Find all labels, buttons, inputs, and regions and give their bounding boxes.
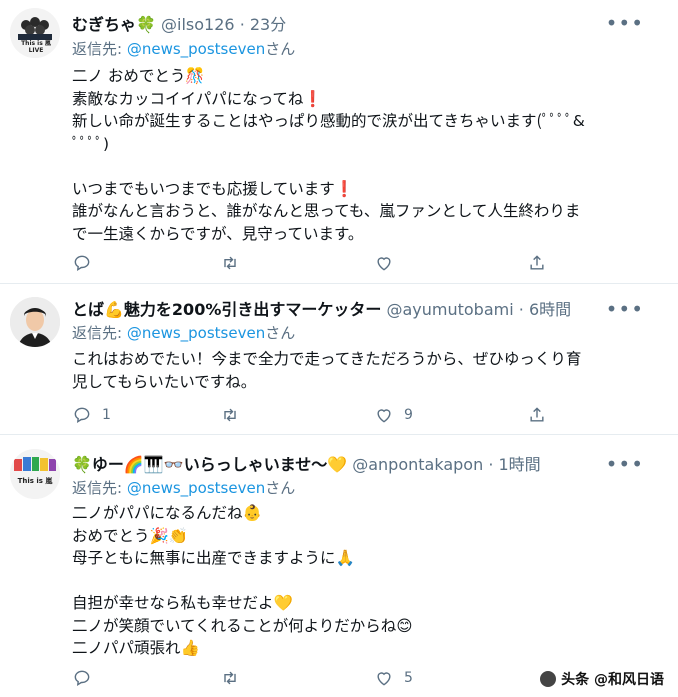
reply-suffix: さん xyxy=(265,40,296,58)
reply-suffix: さん xyxy=(265,324,296,342)
retweet-button[interactable] xyxy=(220,667,250,689)
like-count: 5 xyxy=(404,670,413,686)
separator-dot: · xyxy=(518,300,524,319)
tweet-3[interactable]: This is 嵐 🍀ゆー🌈🎹👓いらっしゃいませ〜💛 @anpontakapon… xyxy=(0,435,678,697)
avatar[interactable]: This is 嵐 LIVE xyxy=(10,8,60,58)
user-handle[interactable]: @ilso126 xyxy=(161,15,235,34)
avatar-label: This is 嵐 LIVE xyxy=(21,40,51,54)
tweet-line: 二ノパパ頑張れ👍 xyxy=(72,639,200,657)
share-icon xyxy=(530,407,544,422)
tweet-text: 二ノ おめでとう🎊 素敵なカッコイイパパになってね❗ 新しい命が誕生することはや… xyxy=(72,65,652,245)
avatar[interactable]: This is 嵐 xyxy=(10,449,60,499)
tweet-1[interactable]: This is 嵐 LIVE むぎちゃ🍀 @ilso126 · 23分 ••• … xyxy=(0,0,678,283)
tweet-line: いつまでもいつまでも応援しています❗ xyxy=(72,179,355,198)
tweet-line: 新しい命が誕生することはやっぱり感動的で涙が出てきちゃいます(ﾟﾟﾟﾟ& xyxy=(72,112,585,130)
tweet-line: 児してもらいたいですね。 xyxy=(72,372,257,391)
reply-suffix: さん xyxy=(265,479,296,497)
reply-icon xyxy=(74,670,90,687)
watermark-text: 头条 @和风日语 xyxy=(561,672,664,688)
tweet-line: ﾟﾟﾟﾟ) xyxy=(72,134,110,153)
tweet-line: 自担が幸せなら私も幸せだよ💛 xyxy=(72,594,293,612)
display-name[interactable]: とば💪魅力を200%引き出すマーケッター xyxy=(72,300,381,319)
heart-icon xyxy=(377,672,391,686)
heart-icon xyxy=(377,409,391,423)
retweet-icon xyxy=(224,671,236,685)
more-options-icon[interactable]: ••• xyxy=(606,299,644,319)
tweet-text: これはおめでたい！今まで全力で走ってきただろうから、ぜひゆっくり育 児してもらい… xyxy=(72,348,652,393)
tweet-2[interactable]: とば💪魅力を200%引き出すマーケッター @ayumutobami · 6時間 … xyxy=(0,284,678,434)
tweet-line: 二ノがパパになるんだね👶 xyxy=(72,504,262,522)
reply-icon xyxy=(74,255,90,272)
mention-link[interactable]: @news_postseven xyxy=(127,324,265,342)
share-icon xyxy=(530,255,544,270)
share-button[interactable] xyxy=(527,252,547,274)
user-handle[interactable]: @ayumutobami xyxy=(386,300,513,319)
tweet-text: 二ノがパパになるんだね👶 おめでとう🎉👏 母子ともに無事に出産できますように🙏 … xyxy=(72,502,652,660)
like-button[interactable] xyxy=(374,252,404,274)
tweet-line: 二ノが笑顔でいてくれることが何よりだからね😊 xyxy=(72,616,413,635)
watermark: 头条 @和风日语 xyxy=(540,669,664,689)
retweet-icon xyxy=(224,408,236,422)
separator-dot: · xyxy=(488,455,494,474)
like-count: 9 xyxy=(404,407,413,423)
like-button[interactable]: 9 xyxy=(374,404,413,426)
reply-button[interactable] xyxy=(72,667,102,689)
more-options-icon[interactable]: ••• xyxy=(606,13,644,33)
display-name[interactable]: むぎちゃ🍀 xyxy=(72,15,156,34)
mention-link[interactable]: @news_postseven xyxy=(127,40,265,58)
tweet-line: 母子ともに無事に出産できますように🙏 xyxy=(72,549,355,567)
display-name[interactable]: 🍀ゆー🌈🎹👓いらっしゃいませ〜💛 xyxy=(72,455,347,474)
tweet-line: 素敵なカッコイイパパになってね❗ xyxy=(72,89,323,108)
watermark-logo-icon xyxy=(540,671,557,687)
like-button[interactable]: 5 xyxy=(374,667,413,689)
tweet-line: で一生遠くからですが、見守っています。 xyxy=(72,224,364,243)
timestamp[interactable]: 1時間 xyxy=(499,455,541,474)
tweet-line: 二ノ おめでとう🎊 xyxy=(72,67,205,85)
reply-count: 1 xyxy=(102,407,111,423)
timestamp[interactable]: 6時間 xyxy=(529,300,571,319)
reply-button[interactable]: 1 xyxy=(72,404,111,426)
user-handle[interactable]: @anpontakapon xyxy=(352,455,483,474)
reply-prefix: 返信先: xyxy=(72,479,127,497)
retweet-button[interactable] xyxy=(220,404,250,426)
tweet-line: おめでとう🎉👏 xyxy=(72,526,189,545)
reply-icon xyxy=(74,407,90,424)
avatar-label: This is 嵐 xyxy=(17,477,53,485)
separator-dot: · xyxy=(239,15,245,34)
reply-button[interactable] xyxy=(72,252,102,274)
reply-prefix: 返信先: xyxy=(72,40,127,58)
tweet-line: これはおめでたい！今まで全力で走ってきただろうから、ぜひゆっくり育 xyxy=(72,350,582,368)
mention-link[interactable]: @news_postseven xyxy=(127,479,265,497)
tweet-line xyxy=(72,155,652,178)
timestamp[interactable]: 23分 xyxy=(250,15,286,34)
avatar[interactable] xyxy=(10,297,60,347)
tweet-line xyxy=(72,570,652,593)
tweet-line: 誰がなんと言おうと、誰がなんと思っても、嵐ファンとして人生終わりま xyxy=(72,202,581,220)
heart-icon xyxy=(377,257,391,271)
more-options-icon[interactable]: ••• xyxy=(606,454,644,474)
retweet-button[interactable] xyxy=(220,252,250,274)
retweet-icon xyxy=(224,256,236,270)
reply-prefix: 返信先: xyxy=(72,324,127,342)
share-button[interactable] xyxy=(527,404,547,426)
